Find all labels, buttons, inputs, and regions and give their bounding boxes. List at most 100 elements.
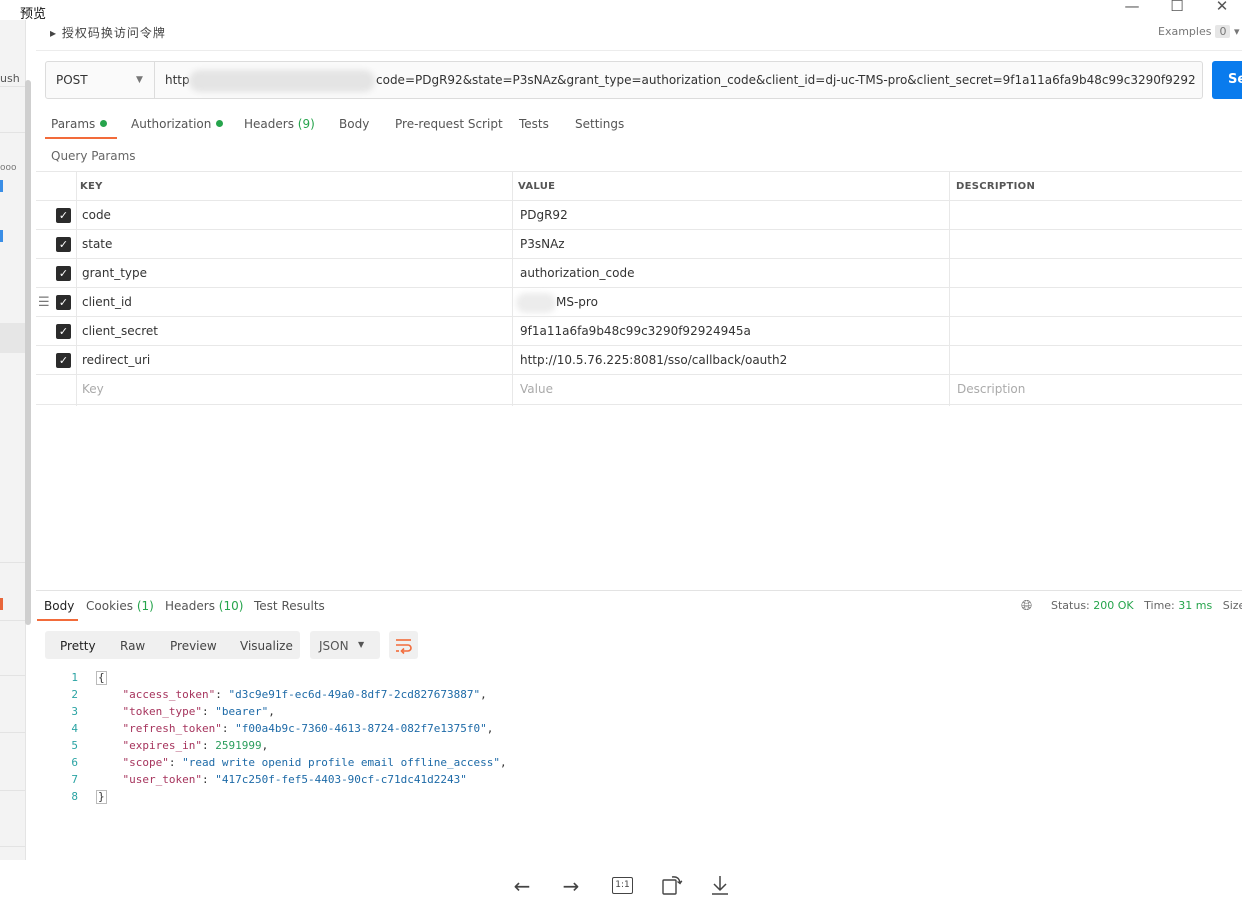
code-line: } — [96, 790, 107, 804]
row-checkbox[interactable]: ✓ — [56, 208, 71, 223]
minimize-icon[interactable]: — — [1112, 0, 1152, 14]
tab-pre-request-script[interactable]: Pre-request Script — [395, 117, 503, 131]
row-checkbox[interactable]: ✓ — [56, 295, 71, 310]
status-label: Status: — [1051, 599, 1090, 612]
download-icon-svg — [712, 876, 728, 895]
tab-headers[interactable]: Headers (9) — [244, 117, 315, 131]
tab-cookies[interactable]: Cookies (1) — [86, 599, 154, 613]
sidebar-item-selected[interactable] — [0, 323, 25, 353]
table-row[interactable]: ✓ client_secret 9f1a11a6fa9b48c99c3290f9… — [36, 316, 1242, 346]
wrap-lines-icon — [396, 639, 412, 655]
row-checkbox[interactable]: ✓ — [56, 324, 71, 339]
sidebar-divider — [0, 790, 25, 791]
url-input[interactable]: http code=PDgR92&state=P3sNAz&grant_type… — [154, 61, 1203, 99]
json-value: "read write openid profile email offline… — [182, 756, 501, 769]
line-number: 5 — [71, 739, 78, 752]
row-checkbox[interactable]: ✓ — [56, 266, 71, 281]
new-description-input[interactable]: Description — [957, 375, 1025, 404]
active-tab-indicator — [45, 137, 117, 139]
column-header-value: VALUE — [518, 181, 556, 192]
tab-label: Headers — [244, 117, 294, 131]
response-divider[interactable] — [36, 590, 1242, 591]
chevron-down-icon: ▼ — [136, 75, 143, 85]
previous-arrow-icon[interactable]: ← — [507, 874, 537, 898]
new-key-input[interactable]: Key — [82, 375, 104, 404]
chevron-down-icon: ▼ — [358, 640, 365, 649]
format-preview[interactable]: Preview — [170, 639, 217, 653]
actual-size-button[interactable]: 1:1 — [612, 877, 633, 894]
tab-params[interactable]: Params — [51, 117, 108, 131]
json-key: token_type — [129, 705, 196, 718]
language-value: JSON — [319, 639, 349, 653]
column-header-description: DESCRIPTION — [956, 181, 1036, 192]
new-value-input[interactable]: Value — [520, 375, 553, 404]
tab-response-headers[interactable]: Headers (10) — [165, 599, 243, 613]
line-number: 2 — [71, 688, 78, 701]
more-icon[interactable]: ooo — [0, 163, 17, 173]
status-value[interactable]: 200 OK — [1093, 599, 1133, 612]
tab-tests[interactable]: Tests — [519, 117, 549, 131]
wrap-lines-button[interactable] — [389, 631, 418, 659]
examples-label: Examples — [1158, 25, 1212, 38]
param-key[interactable]: code — [82, 201, 111, 230]
json-key: access_token — [129, 688, 209, 701]
rotate-icon[interactable] — [660, 873, 684, 900]
param-value[interactable]: authorization_code — [520, 259, 634, 288]
param-key[interactable]: state — [82, 230, 112, 259]
tab-settings[interactable]: Settings — [575, 117, 624, 131]
table-row[interactable]: ✓ grant_type authorization_code — [36, 258, 1242, 288]
tab-test-results[interactable]: Test Results — [254, 599, 325, 613]
sidebar-scrollbar[interactable] — [25, 80, 31, 625]
sidebar-partial-text: ush — [0, 72, 20, 85]
json-key: scope — [129, 756, 163, 769]
time-value[interactable]: 31 ms — [1178, 599, 1212, 612]
column-divider — [949, 171, 950, 406]
param-value[interactable]: http://10.5.76.225:8081/sso/callback/oau… — [520, 346, 787, 375]
table-row[interactable]: ✓ code PDgR92 — [36, 200, 1242, 230]
param-value[interactable]: 9f1a11a6fa9b48c99c3290f92924945a — [520, 317, 751, 346]
column-divider — [512, 171, 513, 406]
close-icon[interactable]: ✕ — [1202, 0, 1242, 14]
response-meta: Status: 200 OK Time: 31 ms Size: 6 — [1051, 599, 1242, 612]
code-line: "scope": "read write openid profile emai… — [122, 756, 507, 769]
tab-body[interactable]: Body — [339, 117, 369, 131]
table-row[interactable]: ✓ redirect_uri http://10.5.76.225:8081/s… — [36, 345, 1242, 375]
json-key: user_token — [129, 773, 196, 786]
download-icon[interactable] — [709, 873, 731, 900]
param-value[interactable]: PDgR92 — [520, 201, 568, 230]
column-divider — [76, 171, 77, 406]
maximize-icon[interactable]: ☐ — [1157, 0, 1197, 14]
tab-count: (10) — [218, 599, 244, 613]
row-checkbox[interactable]: ✓ — [56, 353, 71, 368]
examples-dropdown[interactable]: Examples 0 ▾ — [1158, 25, 1239, 38]
code-line: "user_token": "417c250f-fef5-4403-90cf-c… — [122, 773, 467, 786]
format-raw[interactable]: Raw — [120, 639, 145, 653]
method-select[interactable]: POST ▼ — [45, 61, 155, 99]
query-params-title: Query Params — [51, 149, 136, 163]
globe-icon[interactable]: 🌐︎ — [1021, 598, 1032, 614]
table-row[interactable]: ✓ state P3sNAz — [36, 229, 1242, 259]
json-value: "bearer" — [215, 705, 269, 718]
param-key[interactable]: redirect_uri — [82, 346, 150, 375]
format-visualize[interactable]: Visualize — [240, 639, 293, 653]
drag-handle-icon[interactable]: ☰ — [38, 295, 50, 310]
table-row-new[interactable]: Key Value Description — [36, 374, 1242, 405]
send-button[interactable]: Se — [1212, 61, 1242, 99]
tab-authorization[interactable]: Authorization — [131, 117, 224, 131]
request-name[interactable]: ▸ 授权码换访问令牌 — [50, 24, 166, 41]
row-checkbox[interactable]: ✓ — [56, 237, 71, 252]
param-value[interactable]: P3sNAz — [520, 230, 565, 259]
param-key[interactable]: client_secret — [82, 317, 158, 346]
param-key[interactable]: grant_type — [82, 259, 147, 288]
sidebar-divider — [0, 86, 25, 87]
code-line: "refresh_token": "f00a4b9c-7360-4613-872… — [122, 722, 494, 735]
column-header-key: KEY — [80, 181, 103, 192]
tab-response-body[interactable]: Body — [44, 599, 74, 613]
sidebar-strip: ush ooo — [0, 20, 26, 860]
next-arrow-icon[interactable]: → — [556, 874, 586, 898]
param-key[interactable]: client_id — [82, 288, 132, 317]
sidebar-divider — [0, 620, 25, 621]
format-pretty[interactable]: Pretty — [60, 639, 96, 653]
param-value[interactable]: MS-pro — [556, 288, 598, 317]
table-row[interactable]: ☰ ✓ client_id MS-pro — [36, 287, 1242, 317]
